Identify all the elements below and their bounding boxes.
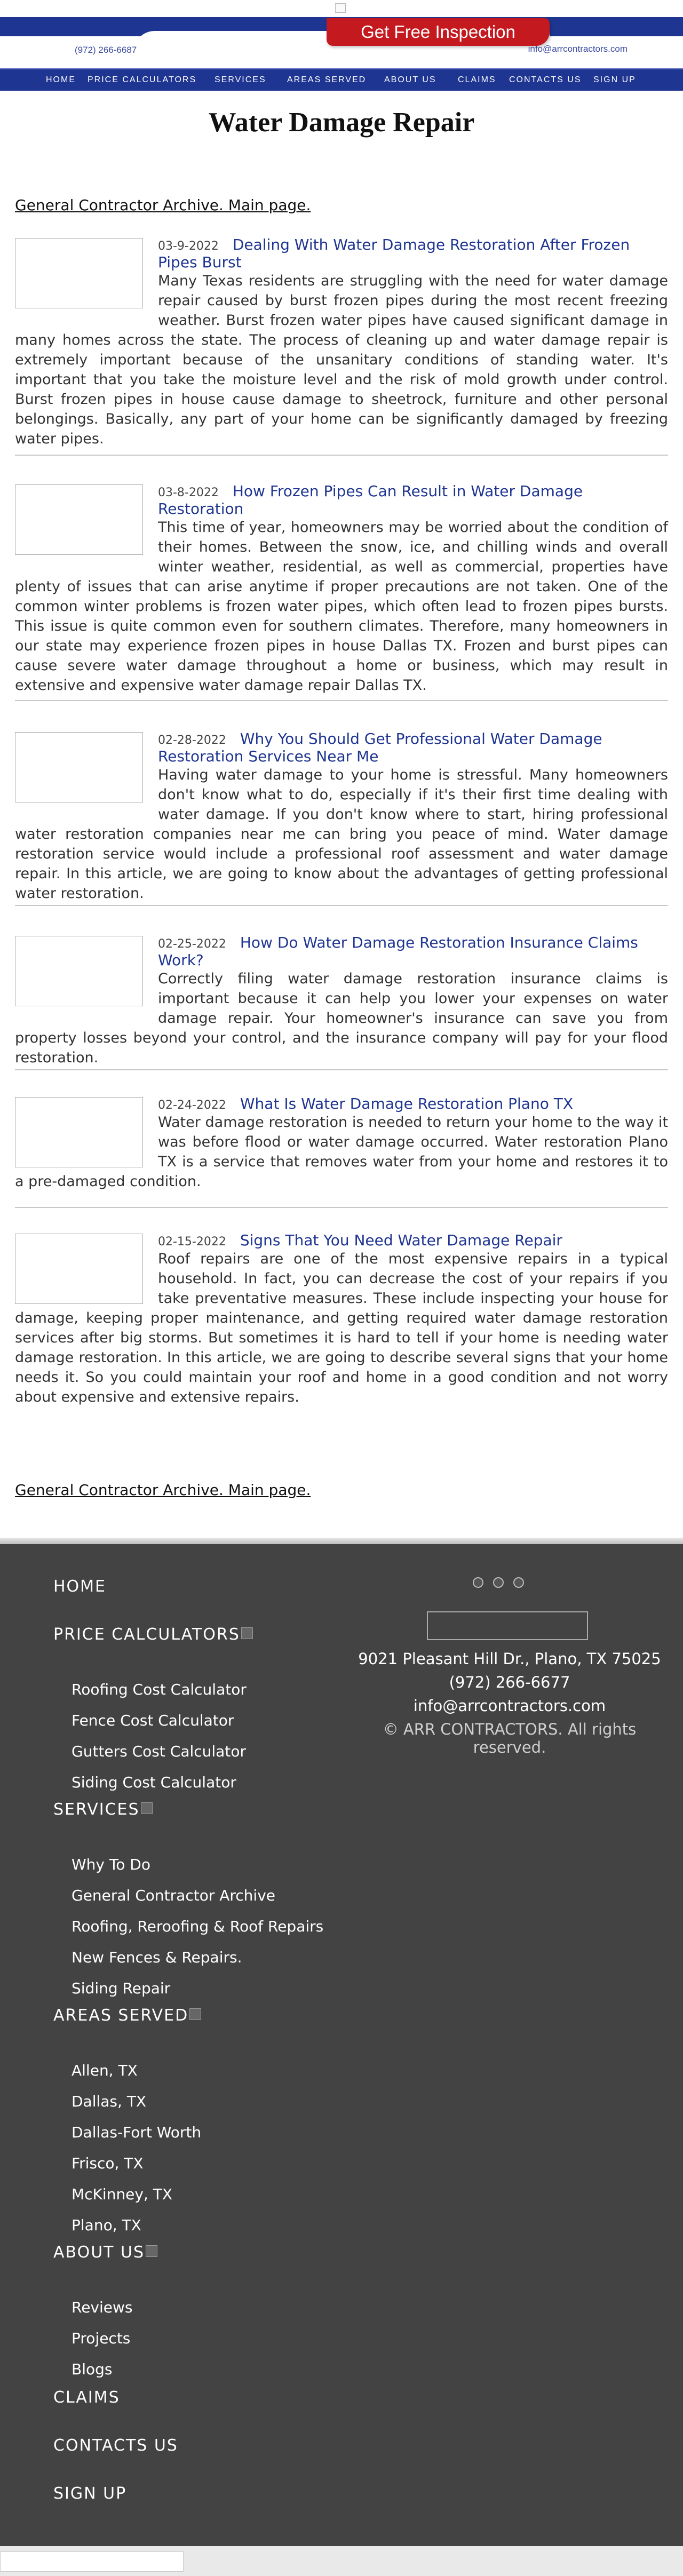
- article-item: 03-8-2022 How Frozen Pipes Can Result in …: [15, 482, 668, 695]
- submenu-arrow-icon[interactable]: [140, 1802, 153, 1814]
- footer-shadow: [0, 1538, 683, 1544]
- footer-nav-about-us[interactable]: ABOUT US: [53, 2243, 158, 2262]
- social-icon[interactable]: [473, 1577, 483, 1588]
- footer-nav-contacts-us[interactable]: CONTACTS US: [53, 2436, 178, 2455]
- article-title-link[interactable]: How Frozen Pipes Can Result in Water Dam…: [158, 482, 583, 518]
- article-date: 02-25-2022: [158, 937, 226, 951]
- nav-home[interactable]: HOME: [46, 69, 76, 91]
- footer-phone-link[interactable]: (972) 266-6677: [352, 1673, 667, 1691]
- footer-nav-label: PRICE CALCULATORS: [53, 1625, 240, 1644]
- broken-image-icon: [335, 3, 346, 13]
- footer-nav-areas-served[interactable]: AREAS SERVED: [53, 2006, 202, 2025]
- footer-link[interactable]: Blogs: [72, 2360, 112, 2378]
- footer-link[interactable]: Allen, TX: [72, 2062, 138, 2079]
- footer-link[interactable]: Reviews: [72, 2299, 133, 2316]
- article-item: 02-25-2022 How Do Water Damage Restoratio…: [15, 934, 668, 1068]
- footer-link[interactable]: Siding Repair: [72, 1979, 170, 1997]
- article-thumbnail[interactable]: [15, 484, 143, 555]
- article-thumbnail[interactable]: [15, 936, 143, 1006]
- archive-link-bottom[interactable]: General Contractor Archive. Main page.: [15, 1481, 311, 1499]
- submenu-arrow-icon[interactable]: [146, 2245, 158, 2257]
- footer-link[interactable]: McKinney, TX: [72, 2185, 172, 2203]
- main-nav: HOME PRICE CALCULATORS SERVICES AREAS SE…: [0, 68, 683, 91]
- header-email-link[interactable]: info@arrcontractors.com: [528, 44, 628, 54]
- divider: [15, 1207, 668, 1208]
- footer-link[interactable]: Frisco, TX: [72, 2154, 144, 2172]
- article-date: 02-15-2022: [158, 1235, 226, 1249]
- footer-nav-label: AREAS SERVED: [53, 2006, 189, 2025]
- footer-link[interactable]: Projects: [72, 2329, 130, 2347]
- footer-link[interactable]: Siding Cost Calculator: [72, 1774, 236, 1791]
- nav-contacts-us[interactable]: CONTACTS US: [509, 69, 581, 91]
- divider: [15, 700, 668, 701]
- footer-link[interactable]: Gutters Cost Calculator: [72, 1743, 246, 1760]
- divider: [15, 455, 668, 456]
- nav-services[interactable]: SERVICES: [215, 69, 266, 91]
- nav-sign-up[interactable]: SIGN UP: [593, 69, 636, 91]
- free-inspection-button[interactable]: Get Free Inspection: [327, 18, 550, 46]
- article-date: 03-8-2022: [158, 486, 219, 499]
- footer-link[interactable]: Dallas, TX: [72, 2093, 146, 2110]
- article-item: 02-15-2022 Signs That You Need Water Dama…: [15, 1231, 668, 1407]
- article-date: 02-28-2022: [158, 734, 226, 747]
- article-item: 02-28-2022 Why You Should Get Professiona…: [15, 730, 668, 903]
- footer-nav-price-calculators[interactable]: PRICE CALCULATORS: [53, 1625, 253, 1644]
- divider: [15, 905, 668, 906]
- social-icon[interactable]: [493, 1577, 504, 1588]
- social-icons: [473, 1577, 534, 1590]
- article-thumbnail[interactable]: [15, 1234, 143, 1304]
- footer-link[interactable]: Plano, TX: [72, 2216, 141, 2234]
- submenu-arrow-icon[interactable]: [189, 2008, 202, 2020]
- article-title-link[interactable]: What Is Water Damage Restoration Plano T…: [240, 1095, 573, 1112]
- footer-nav-claims[interactable]: CLAIMS: [53, 2388, 120, 2407]
- archive-link-top[interactable]: General Contractor Archive. Main page.: [15, 196, 311, 214]
- bottom-widget[interactable]: [0, 2551, 184, 2572]
- footer-link[interactable]: New Fences & Repairs.: [72, 1949, 242, 1966]
- footer-link[interactable]: Roofing Cost Calculator: [72, 1681, 247, 1698]
- footer-link[interactable]: Dallas-Fort Worth: [72, 2124, 201, 2141]
- article-thumbnail[interactable]: [15, 238, 143, 308]
- article-thumbnail[interactable]: [15, 732, 143, 802]
- article-date: 03-9-2022: [158, 240, 219, 253]
- article-item: 03-9-2022 Dealing With Water Damage Resto…: [15, 236, 668, 449]
- footer-logo: [427, 1611, 588, 1640]
- footer-nav-label: ABOUT US: [53, 2243, 145, 2262]
- article-thumbnail[interactable]: [15, 1097, 143, 1167]
- nav-about-us[interactable]: ABOUT US: [384, 69, 436, 91]
- footer-link[interactable]: Roofing, Reroofing & Roof Repairs: [72, 1918, 323, 1935]
- footer-nav-services[interactable]: SERVICES: [53, 1800, 153, 1819]
- article-item: 02-24-2022 What Is Water Damage Restorati…: [15, 1095, 668, 1191]
- header-phone-link[interactable]: (972) 266-6687: [75, 45, 137, 55]
- page-title: Water Damage Repair: [208, 107, 475, 138]
- footer-email-link[interactable]: info@arrcontractors.com: [352, 1697, 667, 1715]
- social-icon[interactable]: [513, 1577, 524, 1588]
- footer-nav-home[interactable]: HOME: [53, 1577, 106, 1596]
- divider: [15, 1069, 668, 1070]
- footer-nav-sign-up[interactable]: SIGN UP: [53, 2484, 126, 2503]
- footer-link[interactable]: Why To Do: [72, 1856, 150, 1873]
- footer-link[interactable]: Fence Cost Calculator: [72, 1712, 234, 1729]
- footer-nav-label: SERVICES: [53, 1800, 140, 1819]
- nav-price-calculators[interactable]: PRICE CALCULATORS: [88, 69, 196, 91]
- footer-address: 9021 Pleasant Hill Dr., Plano, TX 75025: [358, 1650, 661, 1668]
- article-title-link[interactable]: How Do Water Damage Restoration Insuranc…: [158, 934, 638, 969]
- submenu-arrow-icon[interactable]: [241, 1627, 253, 1639]
- article-title-link[interactable]: Dealing With Water Damage Restoration Af…: [158, 236, 630, 271]
- article-title-link[interactable]: Signs That You Need Water Damage Repair: [240, 1231, 562, 1249]
- article-date: 02-24-2022: [158, 1099, 226, 1112]
- nav-claims[interactable]: CLAIMS: [458, 69, 496, 91]
- footer-copyright: © ARR CONTRACTORS. All rights reserved.: [383, 1720, 637, 1756]
- footer-link[interactable]: General Contractor Archive: [72, 1887, 275, 1904]
- nav-areas-served[interactable]: AREAS SERVED: [287, 69, 366, 91]
